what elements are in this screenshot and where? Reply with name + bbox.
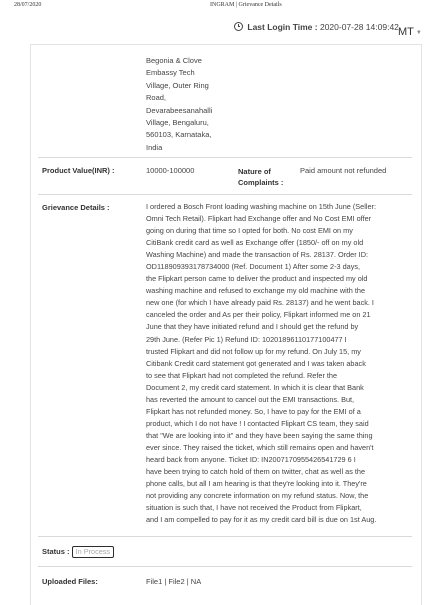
grievance-line: phone calls, but all I am hearing is tha…: [146, 479, 367, 489]
uploaded-files-label: Uploaded Files:: [42, 577, 98, 586]
grievance-line: Omni Tech Retail). Flipkart had Exchange…: [146, 214, 372, 224]
grievance-line: heard back from anyone. Ticket ID: IN200…: [146, 454, 356, 464]
address-line: Devarabeesanahalli: [146, 105, 213, 115]
last-login-value: 2020-07-28 14:09:42: [319, 22, 399, 32]
grievance-line: the Flipkart person came to deliver the …: [146, 274, 368, 284]
row-divider: [38, 536, 412, 537]
address-block: Begonia & Clove Embassy Tech Village, Ou…: [146, 55, 228, 154]
grievance-line: that "We are looking into it" and they h…: [146, 430, 373, 440]
uploaded-files-list: File1 | File2 | NA: [146, 577, 201, 586]
grievance-line: Washing Machine) and made the transactio…: [146, 250, 368, 260]
row-divider: [38, 194, 412, 195]
chevron-down-icon: ▼: [415, 30, 422, 36]
grievance-line: new one (for which I have already paid R…: [146, 298, 374, 308]
grievance-line: going on during that time so I opted for…: [146, 226, 353, 236]
address-line: Begonia & Clove: [146, 56, 202, 65]
grievance-line: and I am compelled to pay for it as my c…: [146, 515, 377, 525]
product-value: 10000-100000: [146, 166, 195, 175]
clock-icon: [234, 22, 243, 31]
grievance-details-text: I ordered a Bosch Front loading washing …: [146, 201, 414, 526]
grievance-line: product, which I do not have ! I contact…: [146, 418, 369, 428]
user-initials: MT: [398, 26, 414, 38]
nature-of-complaints-label: Nature of Complaints :: [238, 167, 284, 187]
last-login-label: Last Login Time :: [247, 22, 318, 32]
grievance-line: Document 2, my credit card statement. In…: [146, 382, 364, 392]
status-badge: In Process: [71, 546, 115, 558]
grievance-line: June that they have initiated refund and…: [146, 322, 359, 332]
last-login-info: Last Login Time : 2020-07-28 14:09:42: [234, 22, 399, 32]
grievance-line: not providing any concrete information o…: [146, 491, 369, 501]
address-line: Village, Bengaluru,: [146, 118, 209, 128]
grievance-line: washing machine and refused to exchange …: [146, 286, 366, 296]
address-line: Village, Outer Ring: [146, 80, 209, 90]
row-divider: [38, 566, 412, 567]
grievance-line: have been trying to catch hold of them o…: [146, 467, 366, 477]
grievance-line: CitiBank credit card as well as Exchange…: [146, 238, 364, 248]
grievance-line: trusted Flipkart and did not follow up f…: [146, 346, 361, 356]
grievance-line: 29th June. (Refer Pic 1) Refund ID: 1020…: [146, 334, 347, 344]
grievance-details-label: Grievance Details :: [42, 203, 110, 212]
row-divider: [38, 157, 412, 158]
print-page-title: INGRAM | Grievance Details: [210, 2, 282, 8]
address-line: Embassy Tech: [146, 68, 195, 78]
grievance-line: Citibank Credit card statement got gener…: [146, 358, 366, 368]
file-na: NA: [190, 577, 202, 586]
grievance-line: ever since. They raised the ticket, whic…: [146, 442, 374, 452]
grievance-line: OD118909393178734000 (Ref. Document 1) A…: [146, 262, 361, 272]
product-value-label: Product Value(INR) :: [42, 166, 115, 175]
grievance-line: Flipkart has not refunded money. So, I h…: [146, 406, 361, 416]
grievance-line: has reverted the amount to cancel out th…: [146, 394, 355, 404]
grievance-line: I ordered a Bosch Front loading washing …: [146, 202, 376, 211]
grievance-line: to see that Flipkart had not completed t…: [146, 370, 338, 380]
address-line: 560103, Karnataka,: [146, 130, 212, 140]
address-line: India: [146, 142, 163, 152]
grievance-line: canceled the order and As per their poli…: [146, 310, 371, 320]
print-date: 28/07/2020: [14, 2, 42, 8]
file1-link[interactable]: File1: [146, 577, 162, 586]
nature-of-complaints-value: Paid amount not refunded: [300, 166, 387, 175]
status-row: Status : In Process: [42, 546, 115, 558]
grievance-line: situation is such that, I have not recei…: [146, 503, 362, 513]
user-menu[interactable]: MT ▼: [398, 26, 422, 38]
address-line: Road,: [146, 93, 167, 103]
file2-link[interactable]: File2: [168, 577, 184, 586]
status-label: Status :: [42, 547, 70, 556]
